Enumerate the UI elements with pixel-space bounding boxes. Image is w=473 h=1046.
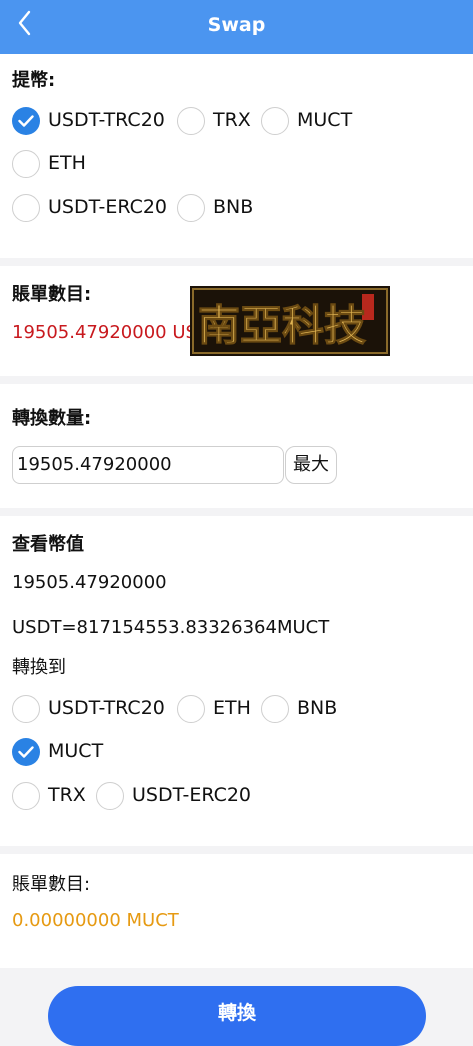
radio-unchecked-icon bbox=[261, 695, 289, 723]
withdraw-coin-label: 提幣: bbox=[12, 70, 56, 91]
account-amount-label: 賬單數目: bbox=[12, 284, 92, 305]
radio-unchecked-icon bbox=[177, 107, 205, 135]
result-value: 0.00000000 MUCT bbox=[12, 910, 179, 931]
option-label: TRX bbox=[48, 784, 86, 806]
option-label: ETH bbox=[48, 152, 86, 174]
rate-label: 查看幣值 bbox=[12, 534, 84, 555]
radio-unchecked-icon bbox=[96, 782, 124, 810]
convert-button-label: 轉換 bbox=[217, 1002, 256, 1024]
option-label: BNB bbox=[213, 196, 254, 218]
rate-convert-section: 查看幣值 19505.47920000 USDT=817154553.83326… bbox=[0, 516, 473, 846]
convert-quantity-label: 轉換數量: bbox=[12, 408, 92, 429]
option-label: MUCT bbox=[297, 109, 353, 131]
withdraw-coin-section: 提幣: USDT-TRC20 TRX MUCT ETH USDT-ERC20 B… bbox=[0, 54, 473, 258]
radio-unchecked-icon bbox=[12, 782, 40, 810]
max-button[interactable]: 最大 bbox=[285, 446, 337, 484]
rate-amount: 19505.47920000 bbox=[12, 572, 167, 593]
page-title: Swap bbox=[207, 14, 266, 36]
result-label: 賬單數目: bbox=[12, 874, 91, 895]
radio-unchecked-icon bbox=[12, 150, 40, 178]
watermark-logo: 南亞科技 bbox=[190, 286, 390, 356]
radio-unchecked-icon bbox=[12, 194, 40, 222]
option-label: USDT-ERC20 bbox=[132, 784, 252, 806]
radio-unchecked-icon bbox=[12, 695, 40, 723]
radio-unchecked-icon bbox=[177, 695, 205, 723]
svg-text:南亞科技: 南亞科技 bbox=[198, 301, 366, 350]
app-header: Swap bbox=[0, 0, 473, 54]
option-label: USDT-ERC20 bbox=[48, 196, 168, 218]
radio-unchecked-icon bbox=[261, 107, 289, 135]
convert-quantity-input[interactable]: 19505.47920000 bbox=[12, 446, 284, 484]
rate-value: USDT=817154553.83326364MUCT bbox=[12, 617, 330, 638]
option-label: BNB bbox=[297, 697, 338, 719]
radio-checked-icon bbox=[12, 738, 40, 766]
convert-button[interactable]: 轉換 bbox=[48, 986, 426, 1046]
result-section: 賬單數目: 0.00000000 MUCT bbox=[0, 854, 473, 968]
option-label: USDT-TRC20 bbox=[48, 109, 165, 131]
radio-checked-icon bbox=[12, 107, 40, 135]
radio-unchecked-icon bbox=[177, 194, 205, 222]
option-label: ETH bbox=[213, 697, 251, 719]
option-label: USDT-TRC20 bbox=[48, 697, 165, 719]
convert-to-label: 轉換到 bbox=[12, 657, 66, 678]
option-label: TRX bbox=[213, 109, 251, 131]
convert-quantity-section: 轉換數量: 19505.47920000 最大 bbox=[0, 384, 473, 508]
option-label: MUCT bbox=[48, 740, 104, 762]
